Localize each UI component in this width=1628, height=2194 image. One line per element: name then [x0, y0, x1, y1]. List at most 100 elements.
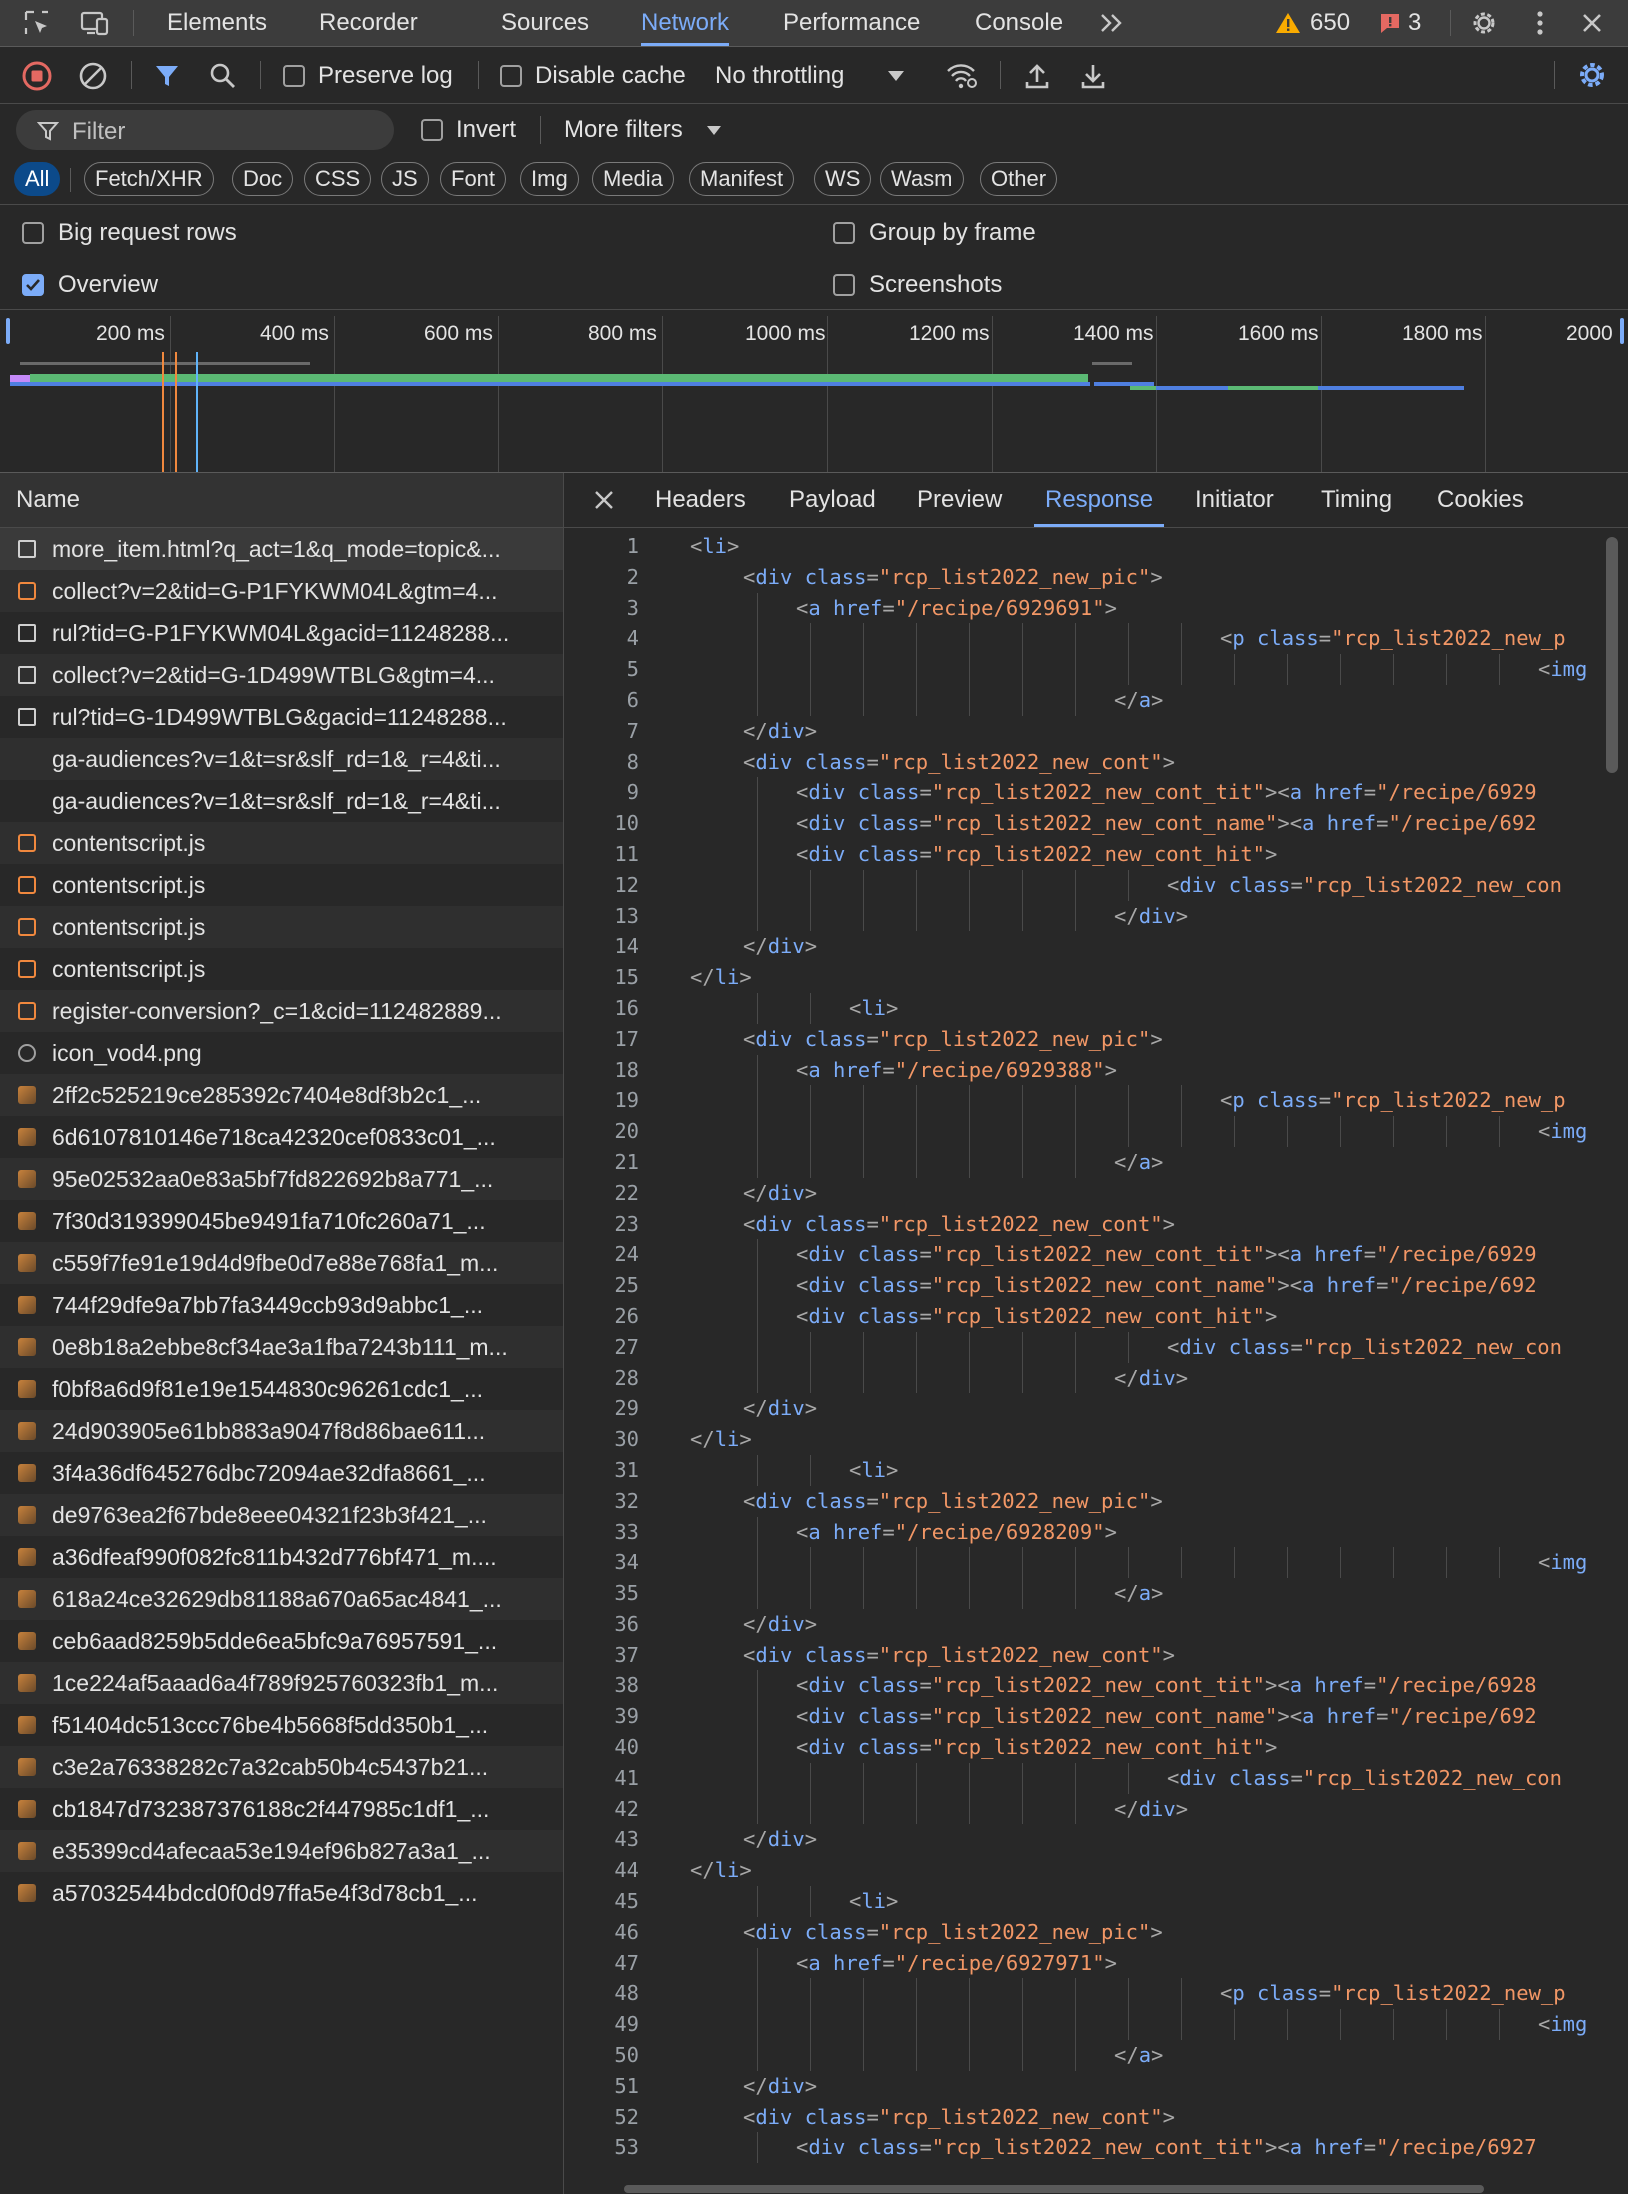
overview-label[interactable]: Overview	[58, 271, 158, 299]
response-code-view[interactable]: 1 <li> 2 <div class="rcp_list2022_new_pic">…	[564, 531, 1604, 2181]
request-row[interactable]: contentscript.js	[0, 864, 563, 906]
tab-performance[interactable]: Performance	[783, 0, 920, 46]
network-settings-icon[interactable]	[1574, 57, 1610, 93]
request-row[interactable]: rul?tid=G-1D499WTBLG&gacid=11248288...	[0, 696, 563, 738]
type-filter-other[interactable]: Other	[980, 162, 1058, 196]
error-icon[interactable]	[1378, 11, 1402, 35]
vertical-scrollbar-thumb[interactable]	[1606, 537, 1618, 773]
request-row[interactable]: 2ff2c525219ce285392c7404e8df3b2c1_...	[0, 1074, 563, 1116]
type-filter-font[interactable]: Font	[440, 162, 507, 196]
request-row[interactable]: icon_vod4.png	[0, 1032, 563, 1074]
request-row[interactable]: cb1847d732387376188c2f447985c1df1_...	[0, 1788, 563, 1830]
preserve-log-label[interactable]: Preserve log	[318, 62, 453, 90]
type-filter-manifest[interactable]: Manifest	[689, 162, 795, 196]
import-har-icon[interactable]	[1020, 59, 1054, 93]
tab-timing[interactable]: Timing	[1321, 473, 1392, 527]
screenshots-label[interactable]: Screenshots	[869, 271, 1002, 299]
request-row[interactable]: 0e8b18a2ebbe8cf34ae3a1fba7243b111_m...	[0, 1326, 563, 1368]
close-devtools-icon[interactable]	[1576, 7, 1608, 39]
request-row[interactable]: 744f29dfe9a7bb7fa3449ccb93d9abbc1_...	[0, 1284, 563, 1326]
clear-icon[interactable]	[76, 59, 110, 93]
type-filter-all[interactable]: All	[14, 162, 61, 196]
tab-response[interactable]: Response	[1034, 473, 1165, 527]
search-icon[interactable]	[206, 59, 240, 93]
chevron-down-icon[interactable]	[884, 65, 908, 87]
request-row[interactable]: register-conversion?_c=1&cid=112482889..…	[0, 990, 563, 1032]
type-filter-ws[interactable]: WS	[814, 162, 872, 196]
network-overview-timeline[interactable]: 200 ms 400 ms 600 ms 800 ms 1000 ms 1200…	[0, 310, 1628, 473]
kebab-menu-icon[interactable]	[1524, 7, 1556, 39]
request-row[interactable]: 7f30d319399045be9491fa710fc260a71_...	[0, 1200, 563, 1242]
request-row[interactable]: a57032544bdcd0f0d97ffa5e4f3d78cb1_...	[0, 1872, 563, 1914]
group-by-frame-label[interactable]: Group by frame	[869, 219, 1036, 247]
horizontal-scrollbar[interactable]	[564, 2183, 1604, 2194]
tab-elements[interactable]: Elements	[167, 0, 267, 46]
request-row[interactable]: 24d903905e61bb883a9047f8d86bae611...	[0, 1410, 563, 1452]
request-row[interactable]: ga-audiences?v=1&t=sr&slf_rd=1&_r=4&ti..…	[0, 738, 563, 780]
request-row[interactable]: 3f4a36df645276dbc72094ae32dfa8661_...	[0, 1452, 563, 1494]
disable-cache-label[interactable]: Disable cache	[535, 62, 686, 90]
throttling-select[interactable]: No throttling	[715, 62, 844, 90]
inspect-element-icon[interactable]	[22, 8, 52, 38]
tab-network[interactable]: Network	[641, 0, 730, 46]
network-conditions-icon[interactable]	[944, 59, 980, 93]
request-row[interactable]: 618a24ce32629db81188a670a65ac4841_...	[0, 1578, 563, 1620]
request-row[interactable]: 6d6107810146e718ca42320cef0833c01_...	[0, 1116, 563, 1158]
preserve-log-checkbox[interactable]	[283, 65, 305, 87]
request-row[interactable]: contentscript.js	[0, 822, 563, 864]
request-row[interactable]: contentscript.js	[0, 948, 563, 990]
request-row[interactable]: c3e2a76338282c7a32cab50b4c5437b21...	[0, 1746, 563, 1788]
screenshots-checkbox[interactable]	[833, 274, 855, 296]
filter-input[interactable]: Filter	[16, 110, 394, 150]
request-row[interactable]: e35399cd4afecaa53e194ef96b827a3a1_...	[0, 1830, 563, 1872]
request-row[interactable]: 95e02532aa0e83a5bf7fd822692b8a771_...	[0, 1158, 563, 1200]
tab-recorder[interactable]: Recorder	[319, 0, 418, 46]
request-row[interactable]: contentscript.js	[0, 906, 563, 948]
tab-sources[interactable]: Sources	[501, 0, 589, 46]
request-row[interactable]: ga-audiences?v=1&t=sr&slf_rd=1&_r=4&ti..…	[0, 780, 563, 822]
disable-cache-checkbox[interactable]	[500, 65, 522, 87]
name-column-header[interactable]: Name	[0, 473, 563, 528]
type-filter-img[interactable]: Img	[520, 162, 579, 196]
type-filter-css[interactable]: CSS	[304, 162, 372, 196]
request-row[interactable]: c559f7fe91e19d4d9fbe0d7e88e768fa1_m...	[0, 1242, 563, 1284]
request-row[interactable]: f51404dc513ccc76be4b5668f5dd350b1_...	[0, 1704, 563, 1746]
errors-count[interactable]: 3	[1408, 9, 1421, 37]
tab-console[interactable]: Console	[975, 0, 1063, 46]
invert-label[interactable]: Invert	[456, 116, 516, 144]
overview-left-handle[interactable]	[6, 318, 10, 344]
overview-right-handle[interactable]	[1620, 318, 1624, 344]
type-filter-media[interactable]: Media	[592, 162, 674, 196]
tab-initiator[interactable]: Initiator	[1195, 473, 1274, 527]
invert-checkbox[interactable]	[421, 119, 443, 141]
big-request-rows-label[interactable]: Big request rows	[58, 219, 237, 247]
export-har-icon[interactable]	[1076, 59, 1110, 93]
more-filters-dropdown[interactable]: More filters	[564, 116, 683, 144]
request-row[interactable]: 1ce224af5aaad6a4f789f925760323fb1_m...	[0, 1662, 563, 1704]
more-tabs-icon[interactable]	[1096, 8, 1128, 38]
type-filter-doc[interactable]: Doc	[232, 162, 294, 196]
record-stop-icon[interactable]	[20, 59, 54, 93]
tab-cookies[interactable]: Cookies	[1437, 473, 1524, 527]
type-filter-wasm[interactable]: Wasm	[880, 162, 964, 196]
request-row[interactable]: more_item.html?q_act=1&q_mode=topic&...	[0, 528, 563, 570]
request-row[interactable]: collect?v=2&tid=G-P1FYKWM04L&gtm=4...	[0, 570, 563, 612]
tab-payload[interactable]: Payload	[789, 473, 876, 527]
overview-checkbox[interactable]	[22, 274, 44, 296]
type-filter-js[interactable]: JS	[381, 162, 429, 196]
vertical-scrollbar[interactable]	[1606, 531, 1618, 2181]
request-row[interactable]: ceb6aad8259b5dde6ea5bfc9a76957591_...	[0, 1620, 563, 1662]
horizontal-scrollbar-thumb[interactable]	[624, 2185, 1484, 2193]
big-request-rows-checkbox[interactable]	[22, 222, 44, 244]
type-filter-fetch-xhr[interactable]: Fetch/XHR	[84, 162, 214, 196]
request-row[interactable]: collect?v=2&tid=G-1D499WTBLG&gtm=4...	[0, 654, 563, 696]
warnings-count[interactable]: 650	[1310, 9, 1350, 37]
group-by-frame-checkbox[interactable]	[833, 222, 855, 244]
tab-preview[interactable]: Preview	[917, 473, 1002, 527]
device-toolbar-icon[interactable]	[78, 8, 112, 38]
tab-headers[interactable]: Headers	[655, 473, 746, 527]
more-filters-chevron-icon[interactable]	[704, 120, 724, 140]
request-row[interactable]: f0bf8a6d9f81e19e1544830c96261cdc1_...	[0, 1368, 563, 1410]
close-detail-icon[interactable]	[590, 486, 618, 514]
filter-icon[interactable]	[150, 59, 184, 93]
